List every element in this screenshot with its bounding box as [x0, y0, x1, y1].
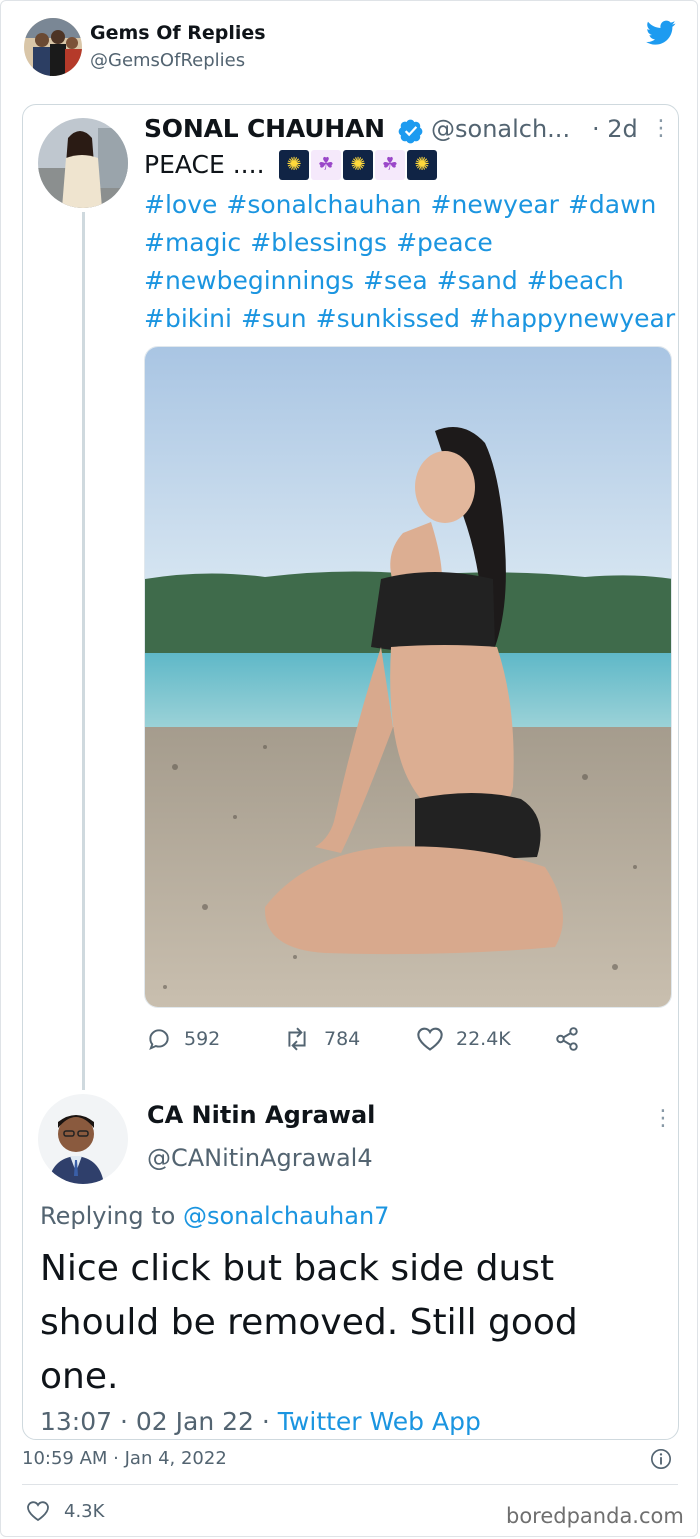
hashtag-link[interactable]: #beach [527, 262, 624, 300]
reply-meta: 13:07 · 02 Jan 22 · Twitter Web App [40, 1407, 481, 1436]
hashtag-link[interactable]: #magic [144, 224, 241, 262]
hashtag-list: #love #sonalchauhan #newyear #dawn #magi… [144, 186, 684, 338]
hashtag-link[interactable]: #sun [241, 300, 307, 338]
quoted-author-handle[interactable]: @sonalch... [431, 115, 570, 143]
more-options-icon[interactable]: ⋮ [652, 1106, 674, 1131]
hashtag-link[interactable]: #love [144, 186, 217, 224]
outer-author-name[interactable]: Gems Of Replies [90, 22, 266, 44]
hashtag-link[interactable]: #happynewyear [469, 300, 675, 338]
quoted-tweet-text: PEACE .... [144, 150, 265, 179]
outer-avatar[interactable] [24, 18, 82, 76]
heart-icon [417, 1027, 443, 1051]
verified-badge-icon [398, 119, 423, 144]
retweet-action[interactable]: 784 [282, 1026, 360, 1052]
reply-action[interactable]: 592 [146, 1026, 220, 1052]
reply-timestamp[interactable]: 13:07 · 02 Jan 22 · [40, 1407, 270, 1436]
tweet-photo[interactable] [144, 346, 672, 1008]
retweet-icon [288, 1027, 306, 1051]
hashtag-link[interactable]: #blessings [250, 224, 387, 262]
hashtag-link[interactable]: #bikini [144, 300, 232, 338]
hashtag-link[interactable]: #sand [437, 262, 518, 300]
footer-divider [22, 1484, 678, 1485]
replying-to-label: Replying to [40, 1202, 176, 1230]
hashtag-link[interactable]: #newbeginnings [144, 262, 354, 300]
reply-author-avatar[interactable] [38, 1094, 128, 1184]
mermaid-emoji-icon: ☘ [375, 150, 405, 180]
heart-icon [27, 1501, 49, 1522]
info-icon[interactable] [650, 1448, 672, 1470]
fireworks-emoji-icon: ✺ [407, 150, 437, 180]
like-action[interactable]: 22.4K [416, 1026, 511, 1052]
retweet-count: 784 [324, 1028, 361, 1050]
hashtag-link[interactable]: #sonalchauhan [226, 186, 421, 224]
more-options-icon[interactable]: ⋮ [650, 118, 672, 140]
mermaid-emoji-icon: ☘ [311, 150, 341, 180]
replying-to-mention[interactable]: @sonalchauhan7 [183, 1202, 390, 1230]
tweet-action-bar: 592 784 22.4K [146, 1026, 616, 1060]
like-count: 22.4K [456, 1028, 511, 1050]
outer-author-handle[interactable]: @GemsOfReplies [90, 50, 245, 71]
share-icon [556, 1027, 578, 1051]
hashtag-link[interactable]: #newyear [431, 186, 559, 224]
outer-like-action[interactable]: 4.3K [26, 1500, 104, 1522]
hashtag-link[interactable]: #peace [396, 224, 493, 262]
twitter-bird-icon[interactable] [646, 20, 676, 46]
share-action[interactable] [554, 1026, 580, 1052]
fireworks-emoji-icon: ✺ [343, 150, 373, 180]
outer-like-count: 4.3K [64, 1500, 105, 1522]
reply-author-name[interactable]: CA Nitin Agrawal [147, 1101, 375, 1129]
quoted-author-name[interactable]: SONAL CHAUHAN [144, 114, 385, 143]
replying-to-line: Replying to @sonalchauhan7 [40, 1202, 389, 1230]
hashtag-link[interactable]: #sea [363, 262, 428, 300]
reply-bubble-icon [149, 1029, 169, 1051]
boredpanda-watermark: boredpanda.com [506, 1504, 684, 1528]
hashtag-link[interactable]: #sunkissed [316, 300, 460, 338]
reply-source-app[interactable]: Twitter Web App [278, 1407, 481, 1436]
hashtag-link[interactable]: #dawn [568, 186, 656, 224]
emoji-row: ✺ ☘ ✺ ☘ ✺ [279, 150, 437, 180]
quoted-author-avatar[interactable] [38, 118, 128, 208]
reply-count: 592 [184, 1028, 221, 1050]
quoted-tweet-time[interactable]: · 2d [592, 115, 638, 143]
thread-connector-line [82, 212, 85, 1090]
outer-timestamp[interactable]: 10:59 AM · Jan 4, 2022 [22, 1448, 227, 1469]
fireworks-emoji-icon: ✺ [279, 150, 309, 180]
reply-text: Nice click but back side dust should be … [40, 1248, 578, 1397]
reply-author-handle[interactable]: @CANitinAgrawal4 [147, 1144, 373, 1172]
